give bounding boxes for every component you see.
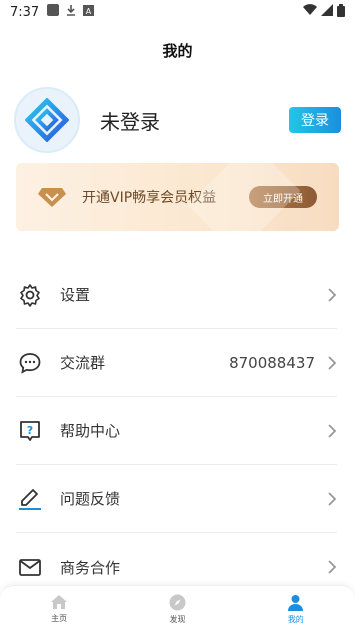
vip-decoration — [187, 163, 301, 231]
chat-icon — [17, 350, 43, 376]
home-icon — [51, 595, 68, 609]
status-time: 7:37 — [10, 4, 40, 20]
chevron-right-icon — [328, 355, 337, 370]
menu-item-label: 商务合作 — [60, 558, 121, 577]
chevron-right-icon — [328, 423, 337, 438]
signal-icon — [321, 4, 333, 20]
menu-item-label: 问题反馈 — [60, 490, 121, 508]
wifi-icon — [303, 4, 317, 20]
tab-mine[interactable]: 我的 — [237, 586, 355, 632]
download-icon — [65, 4, 77, 20]
menu-item-label: 设置 — [60, 286, 91, 304]
group-number: 870088437 — [229, 353, 315, 372]
app-notification-icon — [47, 4, 60, 20]
tab-home[interactable]: 主页 — [0, 586, 118, 632]
menu-item-group[interactable]: 交流群 870088437 — [16, 329, 337, 397]
menu-list: 设置 交流群 870088437 ? 帮助中心 问题反馈 商务合作 — [16, 261, 337, 601]
avatar[interactable] — [14, 87, 80, 153]
menu-item-label: 帮助中心 — [60, 422, 121, 440]
diamond-icon — [38, 188, 66, 207]
menu-item-settings[interactable]: 设置 — [16, 261, 337, 329]
tab-discover[interactable]: 发现 — [118, 586, 236, 632]
username: 未登录 — [100, 109, 160, 134]
profile-header: 未登录 登录 — [14, 86, 341, 154]
gear-icon — [17, 282, 43, 308]
menu-item-label: 交流群 — [60, 354, 106, 372]
chevron-right-icon — [328, 560, 337, 574]
help-icon: ? — [17, 418, 43, 444]
vip-banner[interactable]: 开通VIP畅享会员权益 立即开通 — [16, 163, 339, 231]
menu-item-feedback[interactable]: 问题反馈 — [16, 465, 337, 533]
tab-label: 我的 — [287, 614, 304, 624]
chevron-right-icon — [328, 287, 337, 302]
app-logo-icon — [25, 98, 69, 142]
page-title: 我的 — [162, 42, 193, 60]
mail-icon — [17, 554, 43, 580]
font-app-icon: A — [83, 4, 95, 20]
status-bar: 7:37 A — [0, 0, 355, 24]
compass-icon — [169, 594, 186, 610]
chevron-right-icon — [328, 491, 337, 506]
user-icon — [288, 594, 304, 611]
svg-text:A: A — [86, 7, 92, 16]
pen-icon — [17, 486, 43, 512]
tab-label: 发现 — [169, 614, 186, 624]
svg-text:?: ? — [27, 424, 33, 437]
tab-label: 主页 — [51, 614, 68, 623]
menu-item-help[interactable]: ? 帮助中心 — [16, 397, 337, 465]
bottom-tab-bar: 主页 发现 我的 — [0, 585, 355, 632]
login-button[interactable]: 登录 — [289, 107, 341, 133]
battery-icon — [337, 3, 345, 21]
